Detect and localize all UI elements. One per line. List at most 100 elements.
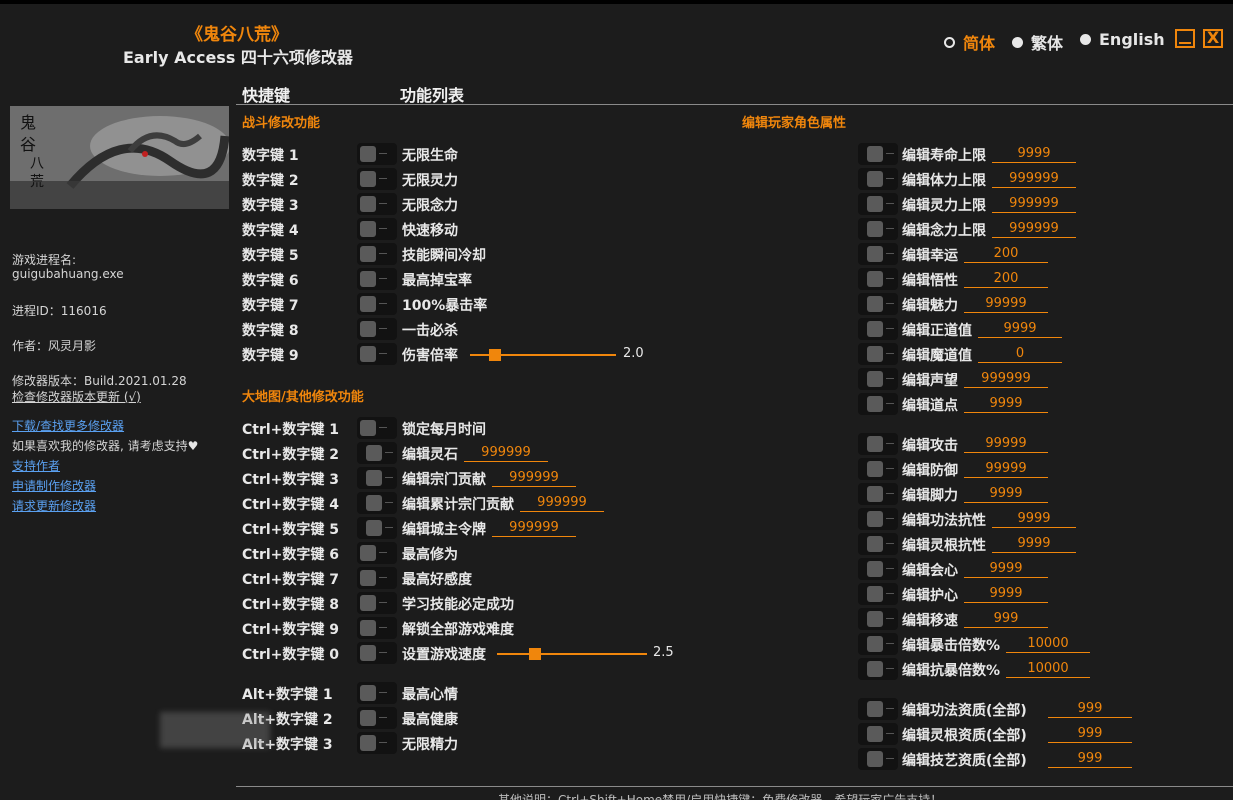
value-input[interactable]: 999999: [464, 445, 548, 462]
feature-toggle[interactable]: [357, 293, 397, 315]
minimize-button[interactable]: [1175, 29, 1195, 48]
feature-toggle[interactable]: [357, 682, 397, 704]
hotkey-label: Ctrl+数字键 6: [242, 547, 340, 563]
edit-checkbox[interactable]: [858, 168, 898, 190]
feature-toggle[interactable]: [357, 707, 397, 729]
value-input[interactable]: 999: [1048, 726, 1132, 743]
feature-toggle[interactable]: [357, 592, 397, 614]
toggle-track: [379, 328, 387, 329]
feature-toggle[interactable]: [357, 642, 397, 664]
toggle-track: [886, 618, 894, 619]
edit-checkbox[interactable]: [858, 658, 898, 680]
edit-checkbox[interactable]: [858, 218, 898, 240]
slider-thumb[interactable]: [528, 648, 541, 660]
value-input[interactable]: 999: [1048, 751, 1132, 768]
edit-checkbox[interactable]: [858, 193, 898, 215]
value-input[interactable]: 9999: [964, 561, 1048, 578]
edit-checkbox[interactable]: [858, 483, 898, 505]
support-author-link[interactable]: 支持作者: [12, 457, 60, 474]
edit-checkbox[interactable]: [357, 492, 397, 514]
lang-traditional-option[interactable]: 繁体: [1012, 30, 1063, 54]
download-more-link[interactable]: 下载/查找更多修改器: [12, 417, 124, 434]
value-input[interactable]: 9999: [964, 586, 1048, 603]
feature-toggle[interactable]: [357, 243, 397, 265]
edit-checkbox[interactable]: [858, 698, 898, 720]
edit-checkbox[interactable]: [858, 508, 898, 530]
value-input[interactable]: 99999: [964, 436, 1048, 453]
edit-checkbox[interactable]: [357, 517, 397, 539]
toggle-knob: [867, 586, 883, 602]
attribute-label: 编辑功法资质(全部): [902, 703, 1027, 719]
edit-checkbox[interactable]: [858, 343, 898, 365]
edit-checkbox[interactable]: [858, 243, 898, 265]
value-input[interactable]: 999999: [992, 171, 1076, 188]
edit-checkbox[interactable]: [858, 748, 898, 770]
edit-checkbox[interactable]: [858, 558, 898, 580]
edit-checkbox[interactable]: [858, 608, 898, 630]
edit-checkbox[interactable]: [858, 458, 898, 480]
edit-checkbox[interactable]: [858, 723, 898, 745]
value-input[interactable]: 9999: [978, 321, 1062, 338]
feature-toggle[interactable]: [357, 218, 397, 240]
toggle-knob: [360, 221, 376, 237]
edit-checkbox[interactable]: [858, 293, 898, 315]
value-input[interactable]: 999999: [992, 196, 1076, 213]
value-input[interactable]: 9999: [992, 511, 1076, 528]
slider-thumb[interactable]: [488, 349, 501, 361]
value-input[interactable]: 9999: [992, 146, 1076, 163]
edit-checkbox[interactable]: [858, 143, 898, 165]
edit-checkbox[interactable]: [858, 533, 898, 555]
value-input[interactable]: 99999: [964, 461, 1048, 478]
lang-simplified-option[interactable]: 简体: [944, 30, 995, 54]
value-input[interactable]: 999: [1048, 701, 1132, 718]
value-input[interactable]: 9999: [964, 486, 1048, 503]
request-trainer-link[interactable]: 申请制作修改器: [12, 477, 96, 494]
edit-checkbox[interactable]: [858, 368, 898, 390]
value-input[interactable]: 999999: [492, 470, 576, 487]
value-input[interactable]: 999999: [992, 221, 1076, 238]
edit-checkbox[interactable]: [357, 467, 397, 489]
feature-toggle[interactable]: [357, 193, 397, 215]
toggle-track: [379, 602, 387, 603]
value-input[interactable]: 99999: [964, 296, 1048, 313]
value-input[interactable]: 0: [978, 346, 1062, 363]
value-input[interactable]: 9999: [964, 396, 1048, 413]
value-input[interactable]: 200: [964, 271, 1048, 288]
close-button[interactable]: X: [1203, 29, 1223, 48]
hotkey-label: 数字键 4: [242, 223, 299, 239]
value-input[interactable]: 999999: [964, 371, 1048, 388]
request-update-link[interactable]: 请求更新修改器: [12, 497, 96, 514]
value-input[interactable]: 999999: [520, 495, 604, 512]
rate-slider[interactable]: [497, 648, 647, 660]
edit-checkbox[interactable]: [858, 583, 898, 605]
lang-english-option[interactable]: English: [1080, 30, 1165, 49]
value-input[interactable]: 999999: [492, 520, 576, 537]
value-input[interactable]: 10000: [1006, 661, 1090, 678]
feature-toggle[interactable]: [357, 617, 397, 639]
feature-toggle[interactable]: [357, 168, 397, 190]
rate-slider[interactable]: [470, 349, 616, 361]
edit-checkbox[interactable]: [858, 633, 898, 655]
feature-toggle[interactable]: [357, 417, 397, 439]
value-input[interactable]: 10000: [1006, 636, 1090, 653]
edit-checkbox[interactable]: [357, 442, 397, 464]
feature-toggle[interactable]: [357, 268, 397, 290]
value-input[interactable]: 200: [964, 246, 1048, 263]
feature-toggle[interactable]: [357, 343, 397, 365]
feature-toggle[interactable]: [357, 318, 397, 340]
feature-toggle[interactable]: [357, 567, 397, 589]
feature-toggle[interactable]: [357, 542, 397, 564]
toggle-track: [886, 758, 894, 759]
toggle-knob: [867, 751, 883, 767]
process-name-value: guigubahuang.exe: [12, 267, 124, 281]
check-update-link[interactable]: 检查修改器版本更新 (√): [12, 388, 141, 405]
value-input[interactable]: 999: [964, 611, 1048, 628]
edit-checkbox[interactable]: [858, 393, 898, 415]
feature-toggle[interactable]: [357, 732, 397, 754]
edit-checkbox[interactable]: [858, 433, 898, 455]
edit-checkbox[interactable]: [858, 318, 898, 340]
hotkey-label: 数字键 2: [242, 173, 299, 189]
edit-checkbox[interactable]: [858, 268, 898, 290]
feature-toggle[interactable]: [357, 143, 397, 165]
value-input[interactable]: 9999: [992, 536, 1076, 553]
